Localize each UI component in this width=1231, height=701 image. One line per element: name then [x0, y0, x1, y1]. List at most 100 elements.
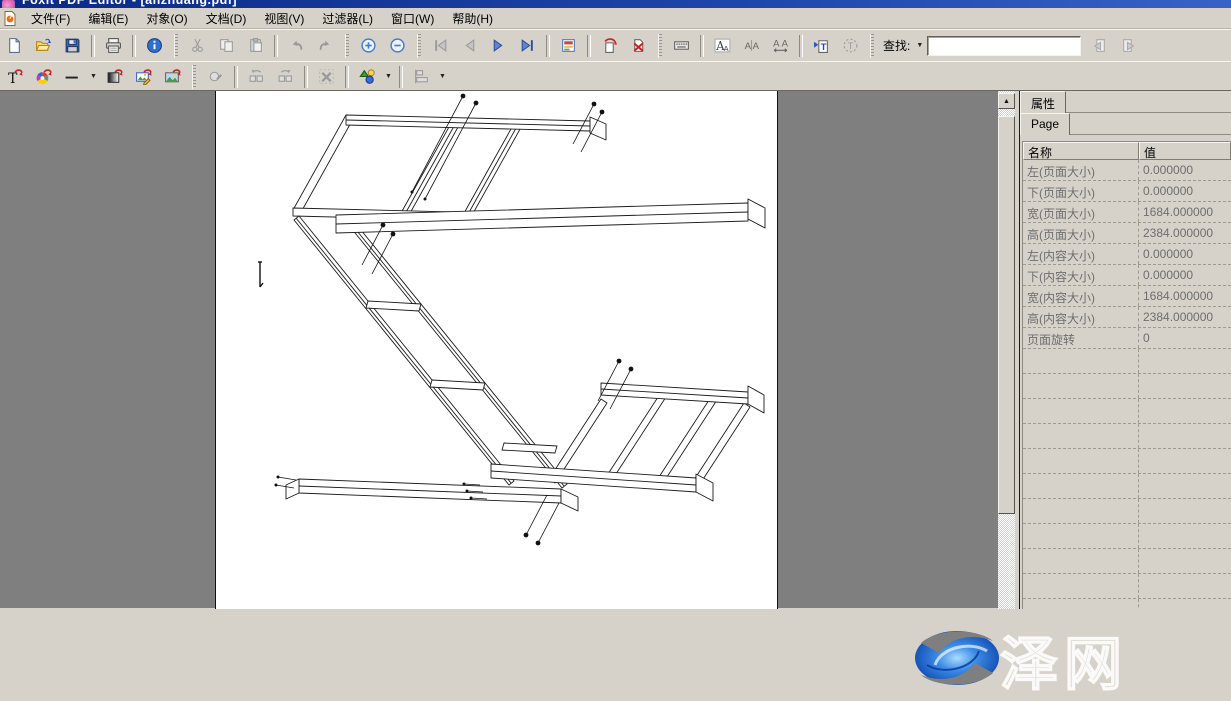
- find-next[interactable]: [1115, 33, 1142, 58]
- svg-text:T: T: [848, 41, 854, 52]
- toolbar-gripper: [192, 65, 196, 89]
- watermark-text: 泽网: [1000, 617, 1128, 701]
- prop-name: 左(内容大小): [1023, 244, 1139, 264]
- work-area: ▲ 属性 Page 名称 值 左(页面大小)0.000000下(页面大小)0.0…: [0, 90, 1231, 608]
- prop-value[interactable]: 0.000000: [1139, 265, 1231, 285]
- scroll-up-button[interactable]: ▲: [998, 93, 1015, 109]
- page-canvas[interactable]: [215, 91, 778, 609]
- find-input[interactable]: [927, 36, 1081, 56]
- font-scale[interactable]: AA: [709, 33, 736, 58]
- document-info[interactable]: [141, 33, 168, 58]
- prop-value[interactable]: 1684.000000: [1139, 202, 1231, 222]
- save-file[interactable]: [59, 33, 86, 58]
- toolbar-separator: [91, 35, 95, 57]
- color-tool[interactable]: [30, 64, 57, 89]
- toolbar-standard: AAAAAATT查找:▼: [0, 29, 1231, 62]
- paste[interactable]: [242, 33, 269, 58]
- menu-file[interactable]: 文件(F): [22, 8, 79, 29]
- rotate-group-left[interactable]: [243, 64, 270, 89]
- copy[interactable]: [213, 33, 240, 58]
- column-header-value: 值: [1139, 142, 1231, 160]
- panel-tab-properties[interactable]: 属性: [1020, 91, 1066, 113]
- page-layout[interactable]: [555, 33, 582, 58]
- kern-pair[interactable]: AA: [738, 33, 765, 58]
- menu-object[interactable]: 对象(O): [137, 8, 196, 29]
- menu-filter[interactable]: 过滤器(L): [313, 8, 382, 29]
- insert-image[interactable]: [159, 64, 186, 89]
- zoom-in[interactable]: [355, 33, 382, 58]
- shapes-tool[interactable]: [354, 64, 381, 89]
- kern-space[interactable]: AA: [767, 33, 794, 58]
- align-tool[interactable]: [408, 64, 435, 89]
- find-history-dropdown[interactable]: ▼: [913, 36, 926, 55]
- rotate-group-right[interactable]: [272, 64, 299, 89]
- property-row: 宽(内容大小)1684.000000: [1023, 286, 1231, 307]
- toolbar-separator: [587, 35, 591, 57]
- edit-image[interactable]: [130, 64, 157, 89]
- prop-value[interactable]: 2384.000000: [1139, 307, 1231, 327]
- svg-text:A: A: [745, 41, 752, 52]
- zoom-out[interactable]: [384, 33, 411, 58]
- new-file[interactable]: [1, 33, 28, 58]
- property-row: 高(内容大小)2384.000000: [1023, 307, 1231, 328]
- align-dropdown[interactable]: ▼: [436, 67, 449, 86]
- watermark-logo: [913, 627, 1001, 689]
- scrollbar-thumb[interactable]: [998, 116, 1015, 514]
- prop-value[interactable]: 0: [1139, 328, 1231, 348]
- property-row: 左(内容大小)0.000000: [1023, 244, 1231, 265]
- text-tool[interactable]: T: [1, 64, 28, 89]
- vertical-scrollbar[interactable]: ▲: [998, 91, 1015, 609]
- text-import[interactable]: T: [808, 33, 835, 58]
- first-page[interactable]: [427, 33, 454, 58]
- delete-object[interactable]: [313, 64, 340, 89]
- toolbar-gripper: [417, 34, 421, 58]
- menu-view[interactable]: 视图(V): [255, 8, 313, 29]
- property-row: 下(页面大小)0.000000: [1023, 181, 1231, 202]
- keyboard[interactable]: [668, 33, 695, 58]
- toolbar-separator: [345, 66, 349, 88]
- shapes-dropdown[interactable]: ▼: [382, 67, 395, 86]
- prop-value[interactable]: 0.000000: [1139, 181, 1231, 201]
- delete-page[interactable]: [625, 33, 652, 58]
- redo[interactable]: [312, 33, 339, 58]
- menu-edit[interactable]: 编辑(E): [79, 8, 137, 29]
- toolbar-separator: [700, 35, 704, 57]
- toolbar-separator: [234, 66, 238, 88]
- cut[interactable]: [184, 33, 211, 58]
- prop-name: 下(内容大小): [1023, 265, 1139, 285]
- toolbar-separator: [799, 35, 803, 57]
- property-row-empty: [1023, 499, 1231, 524]
- print[interactable]: [100, 33, 127, 58]
- line-style-dropdown[interactable]: ▼: [87, 67, 100, 86]
- prop-value[interactable]: 2384.000000: [1139, 223, 1231, 243]
- prev-page[interactable]: [456, 33, 483, 58]
- open-file[interactable]: [30, 33, 57, 58]
- prop-name: 高(内容大小): [1023, 307, 1139, 327]
- line-style[interactable]: [59, 64, 86, 89]
- prop-value[interactable]: 1684.000000: [1139, 286, 1231, 306]
- undo[interactable]: [283, 33, 310, 58]
- select-object[interactable]: [202, 64, 229, 89]
- next-page[interactable]: [485, 33, 512, 58]
- toolbar-gripper: [870, 34, 874, 58]
- prop-value[interactable]: 0.000000: [1139, 244, 1231, 264]
- app-icon: [2, 0, 15, 8]
- panel-tab-page[interactable]: Page: [1020, 113, 1070, 135]
- rotate-page[interactable]: [596, 33, 623, 58]
- properties-panel: 属性 Page 名称 值 左(页面大小)0.000000下(页面大小)0.000…: [1020, 91, 1231, 609]
- text-circle[interactable]: T: [837, 33, 864, 58]
- last-page[interactable]: [514, 33, 541, 58]
- prop-name: 下(页面大小): [1023, 181, 1139, 201]
- fill-style[interactable]: [101, 64, 128, 89]
- properties-header-row: 名称 值: [1023, 142, 1231, 160]
- menu-window[interactable]: 窗口(W): [382, 8, 443, 29]
- menu-help[interactable]: 帮助(H): [443, 8, 502, 29]
- property-row: 宽(页面大小)1684.000000: [1023, 202, 1231, 223]
- find-prev[interactable]: [1086, 33, 1113, 58]
- property-row: 高(页面大小)2384.000000: [1023, 223, 1231, 244]
- menu-document[interactable]: 文档(D): [197, 8, 256, 29]
- svg-text:T: T: [821, 42, 827, 53]
- prop-value[interactable]: 0.000000: [1139, 160, 1231, 180]
- toolbar-separator: [399, 66, 403, 88]
- toolbar-gripper: [658, 34, 662, 58]
